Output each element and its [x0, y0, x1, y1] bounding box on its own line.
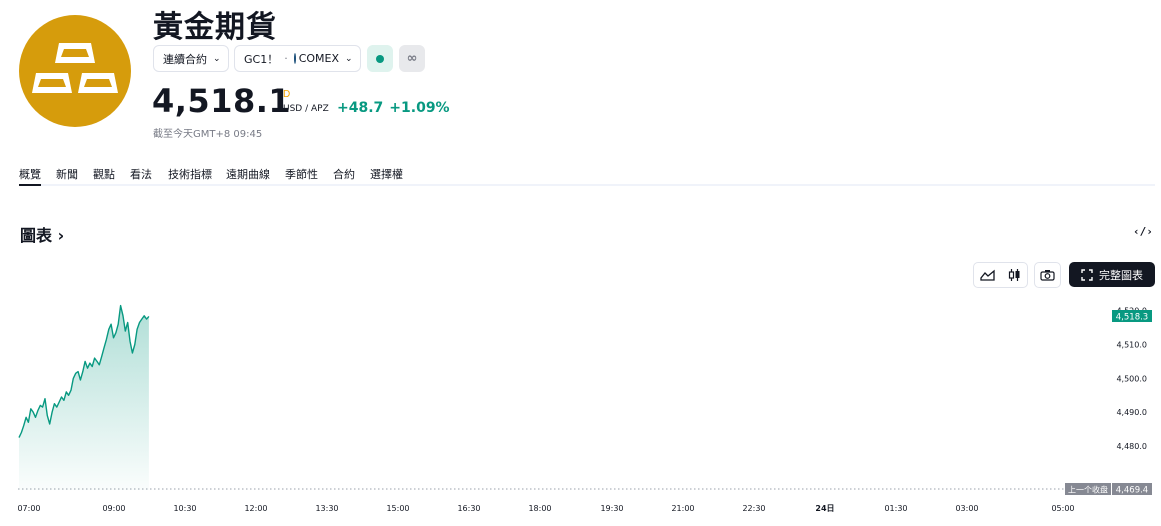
symbol-selector[interactable]: GC1！ · COMEX ⌄	[234, 45, 361, 72]
quote-timestamp: 截至今天GMT+8 09:45	[153, 129, 263, 140]
x-tick-label: 13:30	[315, 504, 338, 513]
page-title: 黃金期貨	[153, 10, 277, 45]
tab-forward-curve[interactable]: 遠期曲線	[226, 166, 270, 182]
candlestick-icon	[1008, 269, 1020, 281]
prev-close-tag-label: 上一个收盘	[1068, 485, 1108, 495]
price-currency: USD / APZ	[283, 104, 329, 114]
tab-contracts[interactable]: 合約	[333, 166, 355, 182]
camera-icon	[1040, 270, 1055, 281]
chevron-right-icon: ›	[52, 226, 65, 245]
price-change: +48.7 +1.09%	[337, 100, 450, 116]
x-tick-label: 16:30	[457, 504, 480, 513]
exchange-label: COMEX	[298, 52, 340, 65]
fullscreen-icon	[1081, 268, 1093, 281]
x-tick-label: 10:30	[173, 504, 196, 513]
chart-section-title[interactable]: 圖表 ›	[20, 222, 64, 246]
x-tick-label: 18:00	[528, 504, 551, 513]
y-tick-label: 4,510.0	[1116, 341, 1147, 350]
contract-selector[interactable]: 連續合約 ⌄	[153, 45, 229, 72]
tab-seasonals[interactable]: 季節性	[285, 166, 318, 182]
delay-flag: D	[283, 89, 291, 100]
x-tick-label: 09:00	[102, 504, 125, 513]
x-tick-label: 03:00	[955, 504, 978, 513]
tab-opinions[interactable]: 看法	[130, 166, 152, 182]
candle-chart-button[interactable]	[1001, 263, 1028, 287]
x-tick-label: 24日	[815, 504, 834, 513]
chart-section-label: 圖表	[20, 226, 53, 245]
continuous-contract-button[interactable]: ∞	[399, 45, 425, 72]
tab-overview[interactable]: 概覽	[19, 166, 41, 186]
x-tick-label: 12:00	[244, 504, 267, 513]
x-tick-label: 01:30	[884, 504, 907, 513]
embed-code-button[interactable]: ‹/›	[1133, 225, 1153, 238]
x-tick-label: 07:00	[17, 504, 40, 513]
change-value: +48.7	[337, 100, 384, 116]
y-tick-label: 4,500.0	[1116, 374, 1147, 383]
prev-close-value-label: 4,469.4	[1116, 486, 1148, 496]
market-open-dot-icon	[376, 54, 384, 63]
change-percent: +1.09%	[389, 100, 450, 116]
gold-futures-logo	[19, 15, 131, 127]
x-tick-label: 19:30	[600, 504, 623, 513]
area-chart-icon	[980, 269, 995, 281]
snapshot-button[interactable]	[1034, 262, 1061, 288]
x-tick-label: 22:30	[742, 504, 765, 513]
infinity-icon: ∞	[406, 51, 418, 66]
contract-selector-label: 連續合約	[163, 52, 207, 66]
exchange-logo-icon	[293, 53, 296, 64]
symbol-label: GC1！	[244, 52, 279, 66]
full-chart-button[interactable]: 完整圖表	[1069, 262, 1155, 287]
full-chart-label: 完整圖表	[1099, 268, 1143, 282]
chart-style-toggle	[973, 262, 1028, 288]
tab-ideas[interactable]: 觀點	[93, 166, 115, 182]
separator-dot: ·	[284, 52, 288, 65]
tab-options[interactable]: 選擇權	[370, 166, 403, 182]
tab-technicals[interactable]: 技術指標	[168, 166, 212, 182]
tab-news[interactable]: 新聞	[56, 166, 78, 182]
area-chart-button[interactable]	[974, 263, 1001, 287]
chevron-down-icon: ⌄	[345, 53, 353, 64]
x-tick-label: 21:00	[671, 504, 694, 513]
x-tick-label: 05:00	[1051, 504, 1074, 513]
chevron-down-icon: ⌄	[213, 53, 221, 64]
last-price-tag-label: 4,518.3	[1116, 313, 1148, 323]
y-tick-label: 4,480.0	[1116, 442, 1147, 451]
market-status-button[interactable]	[367, 45, 393, 72]
gold-bars-icon	[32, 43, 118, 93]
last-price: 4,518.1	[152, 82, 292, 120]
price-chart[interactable]: 4,520.04,510.04,500.04,490.04,480.0 07:0…	[0, 295, 1161, 526]
x-tick-label: 15:00	[386, 504, 409, 513]
tab-bar: 概覽 新聞 觀點 看法 技術指標 遠期曲線 季節性 合約 選擇權	[19, 164, 1155, 186]
y-tick-label: 4,490.0	[1116, 408, 1147, 417]
